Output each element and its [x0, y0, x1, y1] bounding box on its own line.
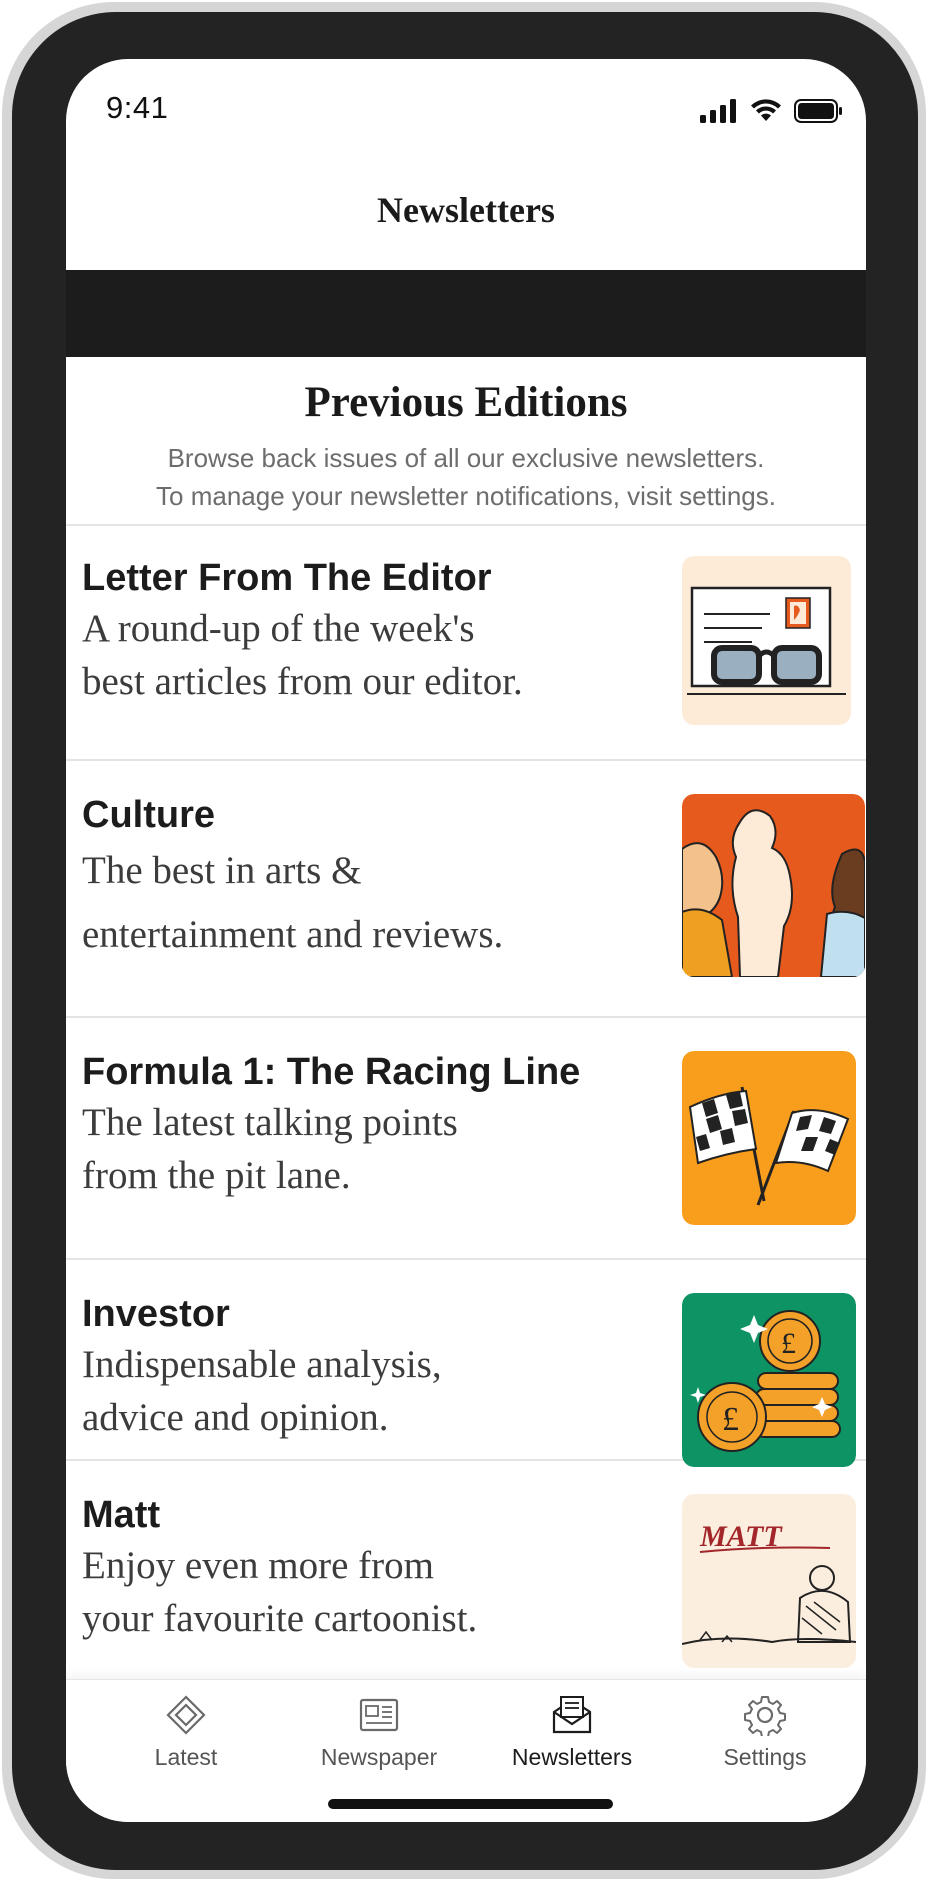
tab-label: Newspaper	[320, 1744, 438, 1770]
description-line: advice and opinion.	[82, 1396, 389, 1439]
signal-icon	[700, 99, 736, 123]
newsletter-title: Formula 1: The Racing Line	[82, 1051, 581, 1093]
status-icons	[700, 99, 844, 123]
newsletter-title: Matt	[82, 1494, 161, 1536]
newsletter-description: A round-up of the week's best articles f…	[82, 602, 662, 708]
tab-label: Latest	[154, 1744, 218, 1770]
gear-icon	[744, 1696, 786, 1736]
newsletter-item-culture[interactable]: Culture The best in arts & entertainment…	[66, 761, 866, 1018]
home-indicator	[328, 1799, 613, 1809]
svg-text:£: £	[722, 1401, 739, 1438]
description-line: The best in arts &	[82, 849, 362, 892]
subtitle-line-1: Browse back issues of all our exclusive …	[167, 443, 765, 473]
description-line: Indispensable analysis,	[82, 1343, 442, 1386]
newsletter-description: The best in arts & entertainment and rev…	[82, 839, 662, 967]
status-bar: 9:41	[66, 59, 866, 149]
checkered-flags-illustration	[682, 1051, 856, 1225]
description-line: Enjoy even more from	[82, 1544, 434, 1587]
newsletter-list: Letter From The Editor A round-up of the…	[66, 524, 866, 1668]
newsletter-description: The latest talking points from the pit l…	[82, 1096, 662, 1202]
subtitle-line-2: To manage your newsletter notifications,…	[156, 481, 776, 511]
tab-label: Settings	[723, 1744, 807, 1770]
newsletter-item-matt[interactable]: Matt Enjoy even more from your favourite…	[66, 1461, 866, 1668]
description-line: The latest talking points	[82, 1101, 458, 1144]
newsletter-item-formula-1[interactable]: Formula 1: The Racing Line The latest ta…	[66, 1018, 866, 1260]
tab-settings[interactable]: Settings	[685, 1694, 845, 1771]
editor-glasses-illustration	[682, 556, 851, 725]
diamond-icon	[166, 1695, 206, 1735]
phone-screen: 9:41 Newsletters Previous Editions Brows…	[66, 59, 866, 1822]
battery-icon	[794, 99, 842, 123]
description-line: your favourite cartoonist.	[82, 1597, 478, 1640]
page-title: Newsletters	[377, 190, 555, 230]
newsletter-description: Enjoy even more from your favourite cart…	[82, 1539, 662, 1645]
previous-editions-intro: Previous Editions Browse back issues of …	[66, 357, 866, 526]
newsletter-item-letter-from-the-editor[interactable]: Letter From The Editor A round-up of the…	[66, 524, 866, 761]
newsletter-description: Indispensable analysis, advice and opini…	[82, 1338, 662, 1444]
culture-statue-illustration	[682, 794, 865, 977]
newspaper-icon	[359, 1698, 399, 1732]
newsletter-title: Letter From The Editor	[82, 557, 492, 599]
matt-cartoon-illustration: MATT	[682, 1494, 856, 1668]
description-line: best articles from our editor.	[82, 660, 523, 703]
section-subtitle: Browse back issues of all our exclusive …	[66, 439, 866, 515]
tab-label: Newsletters	[511, 1744, 633, 1770]
description-line: from the pit lane.	[82, 1154, 351, 1197]
envelope-icon	[552, 1696, 592, 1734]
description-line: A round-up of the week's	[82, 607, 475, 650]
promo-banner	[66, 270, 866, 357]
pound-coins-illustration: £ £	[682, 1293, 856, 1467]
tab-newspaper[interactable]: Newspaper	[299, 1694, 459, 1771]
tab-newsletters[interactable]: Newsletters	[492, 1694, 652, 1771]
newsletter-title: Culture	[82, 794, 215, 836]
wifi-icon	[751, 99, 781, 121]
status-time: 9:41	[106, 90, 169, 125]
section-title: Previous Editions	[304, 379, 628, 426]
newsletter-item-investor[interactable]: Investor Indispensable analysis, advice …	[66, 1260, 866, 1467]
description-line: entertainment and reviews.	[82, 913, 504, 956]
svg-text:£: £	[781, 1327, 796, 1360]
newsletter-title: Investor	[82, 1293, 230, 1335]
tab-latest[interactable]: Latest	[106, 1694, 266, 1771]
